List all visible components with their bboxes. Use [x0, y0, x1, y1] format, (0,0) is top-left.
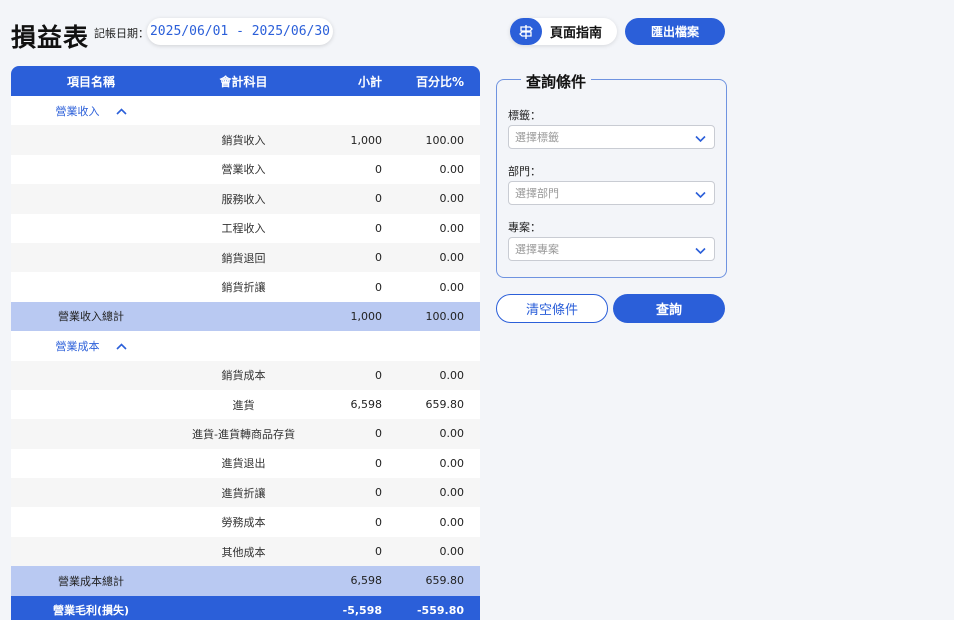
subtotal-cell: 0 — [316, 213, 398, 243]
account-cell: 進貨折讓 — [171, 478, 316, 508]
subtotal-cell: 0 — [316, 536, 398, 567]
column-header-account: 會計科目 — [171, 66, 316, 96]
table-row: 銷貨收入 1,000 100.00 — [11, 125, 480, 155]
table-row: 銷貨成本 0 0.00 — [11, 360, 480, 390]
group-label-revenue: 營業收入 — [55, 104, 100, 118]
percent-cell: 659.80 — [398, 566, 480, 596]
gross-profit-label: 營業毛利(損失) — [11, 595, 171, 620]
percent-cell: 100.00 — [398, 301, 480, 332]
subtotal-cell: 0 — [316, 184, 398, 214]
percent-cell: 100.00 — [398, 125, 480, 155]
percent-cell: 0.00 — [398, 419, 480, 449]
percent-cell: 0.00 — [398, 272, 480, 302]
project-label: 專案： — [508, 221, 541, 234]
account-cell: 銷貨成本 — [171, 360, 316, 390]
account-cell: 服務收入 — [171, 184, 316, 214]
group-label-cost: 營業成本 — [55, 339, 100, 353]
subtotal-cell: 0 — [316, 272, 398, 302]
percent-cell: 0.00 — [398, 242, 480, 273]
account-cell: 銷貨收入 — [171, 125, 316, 155]
date-range-picker[interactable]: 2025/06/01 - 2025/06/30 — [147, 18, 333, 45]
table-row: 其他成本 0 0.00 — [11, 536, 480, 567]
account-cell: 進貨 — [171, 389, 316, 420]
page-guide-button[interactable]: 頁面指南 — [510, 18, 617, 45]
export-file-button[interactable]: 匯出檔案 — [625, 18, 725, 45]
chevron-down-icon — [695, 245, 706, 258]
gross-profit-row: 營業毛利(損失) -5,598 -559.80 — [11, 595, 480, 620]
chevron-up-icon[interactable] — [115, 105, 127, 118]
table-row: 進貨退出 0 0.00 — [11, 448, 480, 479]
subtotal-cell: -5,598 — [316, 595, 398, 620]
total-label: 營業收入總計 — [11, 301, 171, 332]
table-row: 銷貨退回 0 0.00 — [11, 242, 480, 273]
percent-cell: 0.00 — [398, 536, 480, 567]
page-title: 損益表 — [11, 23, 90, 52]
total-label: 營業成本總計 — [11, 566, 171, 596]
table-row: 進貨-進貨轉商品存貨 0 0.00 — [11, 419, 480, 449]
percent-cell: 0.00 — [398, 213, 480, 243]
tag-select-placeholder: 選擇標籤 — [515, 131, 559, 144]
guide-signpost-icon — [510, 18, 542, 45]
project-select-placeholder: 選擇專案 — [515, 243, 559, 256]
table-row: 銷貨折讓 0 0.00 — [11, 272, 480, 302]
account-cell: 進貨退出 — [171, 448, 316, 479]
percent-cell: 0.00 — [398, 507, 480, 537]
table-row: 工程收入 0 0.00 — [11, 213, 480, 243]
table-row: 服務收入 0 0.00 — [11, 184, 480, 214]
clear-filters-button[interactable]: 清空條件 — [496, 294, 608, 323]
subtotal-cell: 0 — [316, 154, 398, 185]
table-row: 營業收入 0 0.00 — [11, 154, 480, 185]
percent-cell: 0.00 — [398, 360, 480, 390]
subtotal-cell: 0 — [316, 419, 398, 449]
revenue-total-row: 營業收入總計 1,000 100.00 — [11, 301, 480, 332]
percent-cell: 0.00 — [398, 154, 480, 185]
department-label: 部門： — [508, 165, 541, 178]
tag-select[interactable]: 選擇標籤 — [508, 125, 715, 149]
account-cell: 銷貨退回 — [171, 242, 316, 273]
percent-cell: 0.00 — [398, 478, 480, 508]
page-guide-label: 頁面指南 — [550, 26, 603, 41]
income-statement-table: 項目名稱 會計科目 小計 百分比% 營業收入 銷貨收入 1,000 100.00 營… — [11, 66, 480, 620]
date-label: 記帳日期： — [94, 27, 149, 40]
percent-cell: -559.80 — [398, 595, 480, 620]
filter-panel-title: 查詢條件 — [521, 71, 592, 92]
project-select[interactable]: 選擇專案 — [508, 237, 715, 261]
department-select-placeholder: 選擇部門 — [515, 187, 559, 200]
subtotal-cell: 0 — [316, 478, 398, 508]
account-cell: 銷貨折讓 — [171, 272, 316, 302]
subtotal-cell: 0 — [316, 507, 398, 537]
percent-cell: 0.00 — [398, 184, 480, 214]
subtotal-cell: 6,598 — [316, 566, 398, 596]
account-cell: 進貨-進貨轉商品存貨 — [171, 419, 316, 449]
group-row-cost[interactable]: 營業成本 — [11, 331, 480, 361]
account-cell: 營業收入 — [171, 154, 316, 185]
subtotal-cell: 1,000 — [316, 301, 398, 332]
chevron-down-icon — [695, 189, 706, 202]
query-button[interactable]: 查詢 — [613, 294, 725, 323]
table-row: 進貨 6,598 659.80 — [11, 389, 480, 420]
subtotal-cell: 6,598 — [316, 389, 398, 420]
chevron-down-icon — [695, 133, 706, 146]
table-row: 進貨折讓 0 0.00 — [11, 478, 480, 508]
percent-cell: 0.00 — [398, 448, 480, 479]
subtotal-cell: 0 — [316, 360, 398, 390]
column-header-subtotal: 小計 — [316, 66, 398, 96]
subtotal-cell: 0 — [316, 448, 398, 479]
group-row-revenue[interactable]: 營業收入 — [11, 96, 480, 126]
table-header-row: 項目名稱 會計科目 小計 百分比% — [11, 66, 480, 96]
account-cell: 其他成本 — [171, 536, 316, 567]
tag-label: 標籤： — [508, 109, 541, 122]
cost-total-row: 營業成本總計 6,598 659.80 — [11, 566, 480, 596]
account-cell: 勞務成本 — [171, 507, 316, 537]
column-header-percent: 百分比% — [398, 66, 480, 96]
subtotal-cell: 1,000 — [316, 125, 398, 155]
chevron-up-icon[interactable] — [115, 340, 127, 353]
column-header-item-name: 項目名稱 — [11, 66, 171, 96]
percent-cell: 659.80 — [398, 389, 480, 420]
table-row: 勞務成本 0 0.00 — [11, 507, 480, 537]
subtotal-cell: 0 — [316, 242, 398, 273]
department-select[interactable]: 選擇部門 — [508, 181, 715, 205]
account-cell: 工程收入 — [171, 213, 316, 243]
